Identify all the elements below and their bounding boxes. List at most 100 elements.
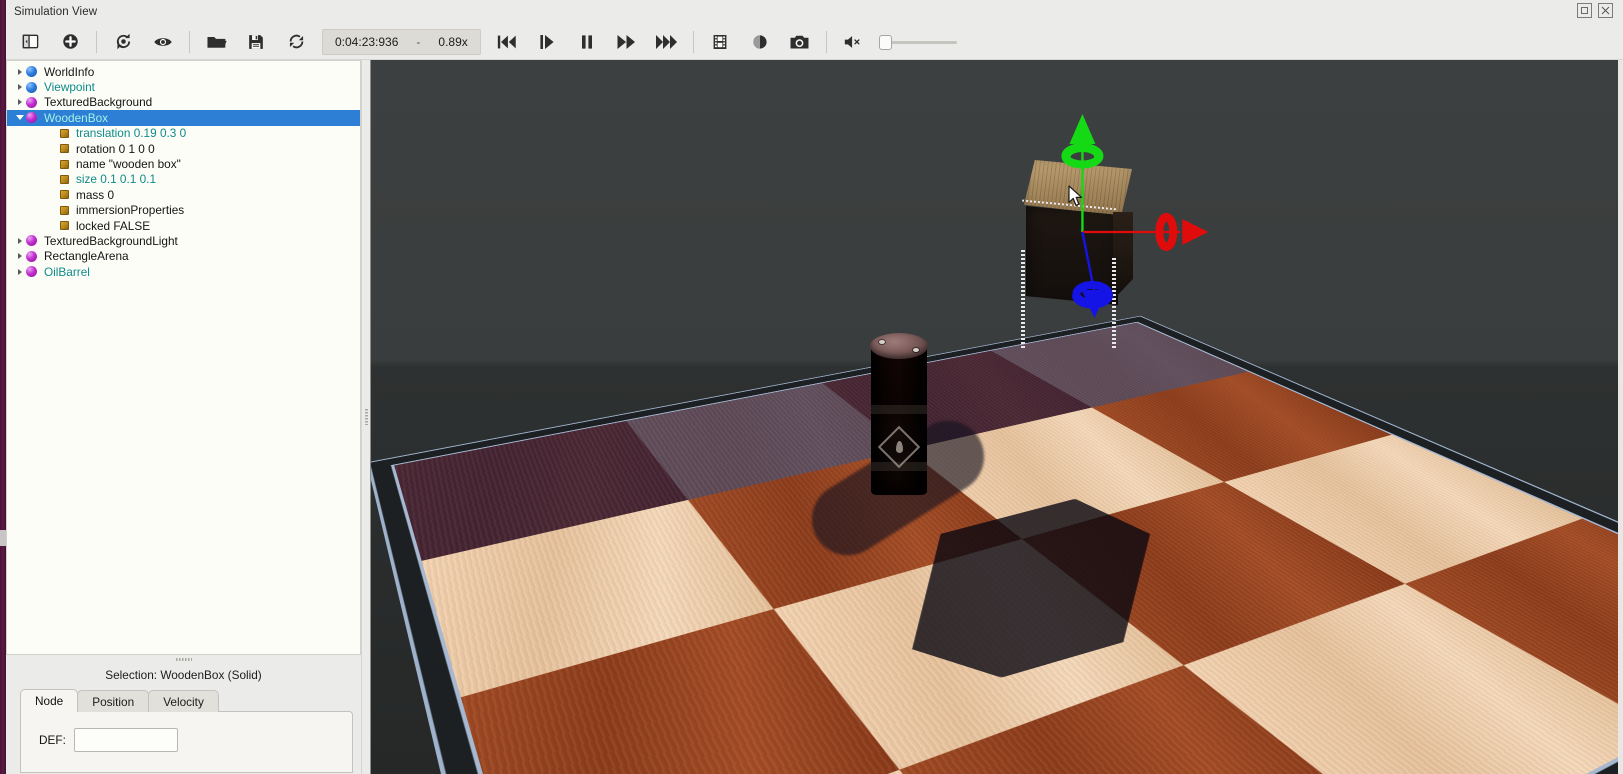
step-button[interactable]: [527, 26, 567, 58]
fast-button[interactable]: [647, 26, 687, 58]
toolbar-separator: [189, 30, 190, 53]
tab-node[interactable]: Node: [20, 689, 79, 712]
add-node-button[interactable]: [50, 26, 90, 58]
tree-row[interactable]: name "wooden box": [7, 156, 360, 171]
oil-barrel[interactable]: [870, 333, 928, 495]
window-edge-handle[interactable]: [0, 530, 6, 546]
scene-tree-panel[interactable]: WorldInfo Viewpoint TexturedBackground Wood…: [6, 60, 361, 655]
tree-row-label: size 0.1 0.1 0.1: [76, 172, 157, 187]
rewind-icon: [497, 35, 516, 48]
flame-icon: [895, 441, 903, 453]
chevron-down-icon[interactable]: [13, 115, 26, 121]
tree-row[interactable]: size 0.1 0.1 0.1: [7, 172, 360, 187]
floppy-save-icon: [249, 34, 263, 49]
time-separator: -: [416, 34, 421, 49]
tree-row[interactable]: locked FALSE: [7, 218, 360, 233]
chevron-right-icon[interactable]: [13, 99, 26, 106]
field-square-gold-icon: [60, 174, 69, 184]
viewport-scrollbar[interactable]: [1618, 60, 1623, 774]
chevron-right-icon[interactable]: [13, 84, 26, 91]
tree-row[interactable]: TexturedBackgroundLight: [7, 233, 360, 248]
view-button[interactable]: [143, 26, 183, 58]
tree-row-label: WoodenBox: [44, 110, 109, 125]
restore-window-button[interactable]: [1577, 3, 1592, 18]
def-field[interactable]: [73, 728, 178, 752]
tree-row-label: immersionProperties: [76, 203, 185, 218]
tree-row[interactable]: mass 0: [7, 187, 360, 202]
record-circle-icon: [753, 34, 767, 49]
reset-circle-icon: [116, 33, 130, 50]
chevron-right-icon[interactable]: [13, 268, 26, 275]
main-toolbar: 0:04:23:936 - 0.89x: [0, 24, 1623, 60]
window-title: Simulation View: [14, 6, 98, 18]
chevron-right-icon[interactable]: [13, 253, 26, 260]
tree-row[interactable]: WorldInfo: [7, 64, 360, 79]
barrel-body: [871, 345, 927, 495]
toggle-sidebar-button[interactable]: [10, 26, 50, 58]
viewport-stage: [371, 60, 1623, 774]
simulation-speed-value: 0.89x: [438, 34, 468, 49]
close-window-button[interactable]: [1598, 3, 1613, 18]
barrel-lid: [870, 333, 928, 359]
node-sphere-magenta-icon: [26, 266, 37, 278]
wooden-box[interactable]: [1021, 160, 1133, 350]
open-world-button[interactable]: [196, 26, 236, 58]
tree-row[interactable]: RectangleArena: [7, 249, 360, 264]
close-icon: [1601, 6, 1610, 15]
tree-row[interactable]: translation 0.19 0.3 0: [7, 126, 360, 141]
vertical-splitter[interactable]: [361, 60, 371, 774]
tree-row[interactable]: TexturedBackground: [7, 95, 360, 110]
field-square-gold-icon: [60, 205, 69, 215]
record-button[interactable]: [740, 26, 780, 58]
tree-row-label: mass 0: [76, 187, 115, 202]
splitter-grip: [364, 409, 368, 425]
rewind-button[interactable]: [487, 26, 527, 58]
folder-open-icon: [206, 36, 227, 48]
tab-velocity[interactable]: Velocity: [148, 690, 219, 712]
window-controls: [1577, 3, 1613, 18]
simulation-time[interactable]: 0:04:23:936 - 0.89x: [322, 28, 481, 55]
volume-slider[interactable]: [878, 31, 957, 53]
selection-tabs: Node Position Velocity: [6, 689, 361, 712]
reset-simulation-button[interactable]: [103, 26, 143, 58]
reload-world-button[interactable]: [276, 26, 316, 58]
play-button[interactable]: [607, 26, 647, 58]
mute-button[interactable]: [833, 26, 873, 58]
eye-icon: [154, 37, 172, 46]
simulation-3d-viewport[interactable]: [371, 60, 1623, 774]
tree-row[interactable]: OilBarrel: [7, 264, 360, 279]
speaker-muted-icon: [844, 35, 860, 48]
horizontal-splitter[interactable]: [6, 655, 361, 664]
chevron-right-icon[interactable]: [13, 237, 26, 244]
scene-tree-rows: WorldInfo Viewpoint TexturedBackground Wood…: [7, 61, 360, 279]
node-sphere-magenta-icon: [26, 96, 37, 108]
tree-row-label: TexturedBackground: [44, 95, 153, 110]
field-square-gold-icon: [60, 221, 69, 231]
tree-row-label: TexturedBackgroundLight: [44, 233, 178, 248]
save-world-button[interactable]: [236, 26, 276, 58]
pause-button[interactable]: [567, 26, 607, 58]
screenshot-button[interactable]: [780, 26, 820, 58]
tree-row[interactable]: immersionProperties: [7, 203, 360, 218]
camera-icon: [790, 35, 809, 48]
tab-position[interactable]: Position: [77, 690, 150, 712]
selection-panel: Selection: WoodenBox (Solid) Node Positio…: [6, 664, 361, 774]
make-movie-button[interactable]: [700, 26, 740, 58]
tree-row-label: Viewpoint: [44, 80, 95, 95]
def-label: DEF:: [39, 733, 66, 747]
sidebar-toggle-icon: [22, 34, 38, 49]
tree-row[interactable]: WoodenBox: [7, 110, 360, 126]
field-square-gold-icon: [60, 159, 69, 169]
volume-knob[interactable]: [878, 34, 892, 50]
reload-arrows-icon: [289, 34, 303, 49]
simulation-window: Simulation View 0:04:23:936 - 0.89x Worl…: [0, 0, 1623, 774]
node-sphere-blue-icon: [26, 81, 37, 93]
simulation-time-value: 0:04:23:936: [335, 34, 399, 49]
node-sphere-magenta-icon: [26, 235, 37, 247]
title-bar: Simulation View: [0, 0, 1623, 24]
tree-row[interactable]: Viewpoint: [7, 79, 360, 94]
tree-row-label: locked FALSE: [76, 218, 151, 233]
toolbar-separator: [825, 30, 827, 53]
chevron-right-icon[interactable]: [13, 68, 26, 75]
tree-row[interactable]: rotation 0 1 0 0: [7, 141, 360, 156]
